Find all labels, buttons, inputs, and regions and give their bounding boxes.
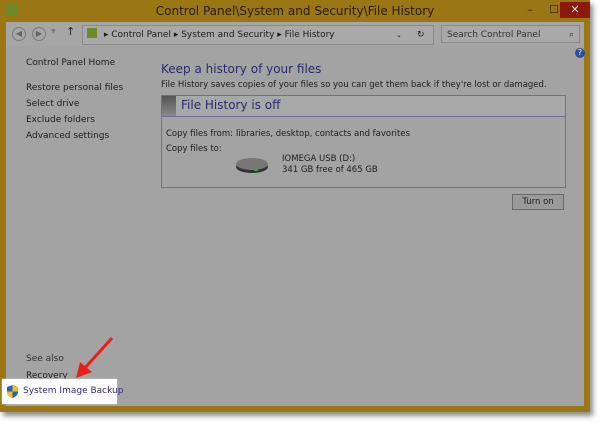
navigation-bar: ◀ ▶ ▼ ↑ ▸ Control Panel ▸ System and Sec… [6,22,584,46]
drive-space: 341 GB free of 465 GB [282,165,378,175]
up-arrow-icon[interactable]: ↑ [66,25,75,38]
help-icon[interactable]: ? [575,48,585,58]
shield-icon [7,385,18,398]
address-dropdown-icon[interactable]: ⌄ [396,26,402,44]
page-heading: Keep a history of your files [161,62,322,76]
sidebar-exclude-folders-link[interactable]: Exclude folders [26,115,95,125]
forward-icon[interactable]: ▶ [32,27,46,41]
turn-on-button[interactable]: Turn on [512,194,564,210]
sidebar-select-drive-link[interactable]: Select drive [26,99,79,109]
copy-to-label: Copy files to: [166,144,222,154]
address-bar[interactable]: ▸ Control Panel ▸ System and Security ▸ … [82,25,434,45]
close-button[interactable]: ✕ [560,2,590,18]
drive-name: IOMEGA USB (D:) [282,154,356,164]
minimize-button[interactable]: – [520,2,540,18]
sidebar-restore-link[interactable]: Restore personal files [26,83,123,93]
window-title: Control Panel\System and Security\File H… [155,4,435,18]
drive-icon [236,158,268,173]
status-bar-icon [162,96,176,116]
separator-icon: ▸ [277,30,285,40]
search-input[interactable]: Search Control Panel ⌕ [441,25,580,43]
breadcrumb-system-security[interactable]: System and Security [181,30,274,40]
search-placeholder: Search Control Panel [447,30,541,40]
status-panel: File History is off Copy files from: lib… [161,95,566,188]
page-description: File History saves copies of your files … [161,80,547,90]
sidebar-home-link[interactable]: Control Panel Home [26,58,115,68]
breadcrumb-file-history[interactable]: File History [285,30,335,40]
red-arrow-annotation [76,336,114,378]
copy-from-label: Copy files from: [166,129,233,139]
copy-from-value: libraries, desktop, contacts and favorit… [236,129,410,139]
see-also-label: See also [26,354,64,364]
status-title: File History is off [181,98,281,112]
breadcrumb-control-panel[interactable]: Control Panel [111,30,171,40]
refresh-icon[interactable]: ↻ [417,26,425,44]
system-image-backup-link[interactable]: System Image Backup [23,386,123,396]
control-panel-icon [87,28,97,38]
recent-dropdown-icon[interactable]: ▼ [51,28,56,35]
back-icon[interactable]: ◀ [12,27,26,41]
search-icon[interactable]: ⌕ [569,26,574,44]
sidebar-advanced-settings-link[interactable]: Advanced settings [26,131,109,141]
